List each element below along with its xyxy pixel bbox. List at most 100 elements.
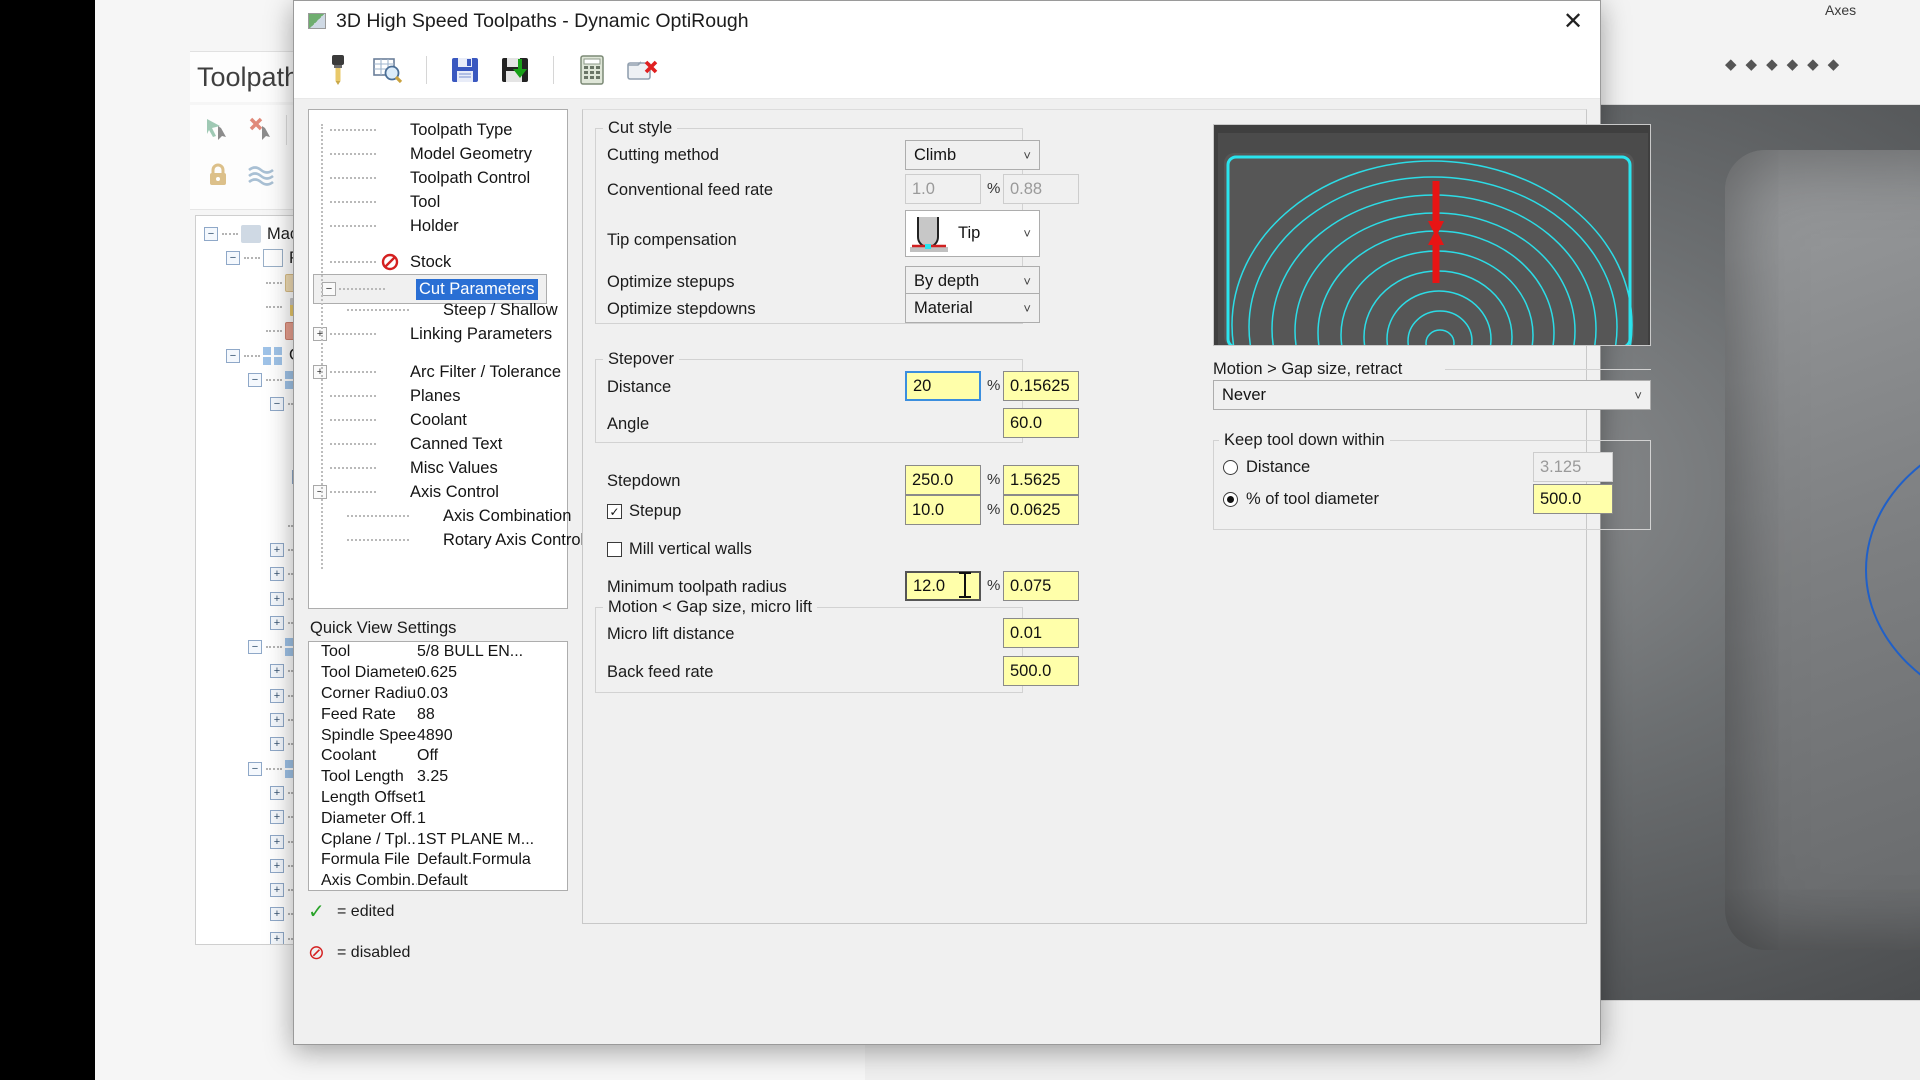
collapse-icon[interactable]: − [313,485,327,499]
expand-icon[interactable]: + [313,327,327,341]
expand-icon[interactable]: + [270,931,284,944]
nav-item-arc-filter-tolerance[interactable]: + Arc Filter / Tolerance [313,360,564,384]
optimize-stepups-select[interactable]: By depth ˅ [905,266,1040,296]
optimize-stepdowns-select[interactable]: Material ˅ [905,293,1040,323]
icon-placeholder [381,325,403,343]
nav-item-toolpath-type[interactable]: Toolpath Type [313,118,515,142]
nav-item-axis-combination[interactable]: Axis Combination [313,504,574,528]
calculator-icon[interactable] [572,50,612,90]
expand-icon[interactable]: + [270,883,284,898]
delete-entry-icon[interactable] [622,50,662,90]
stepover-angle-input[interactable]: 60.0 [1003,408,1079,438]
cutting-method-select[interactable]: Climb ˅ [905,140,1040,170]
nav-item-canned-text[interactable]: Canned Text [313,432,505,456]
nav-item-label: Linking Parameters [410,324,553,343]
disabled-icon [381,253,403,271]
expand-icon[interactable]: + [270,688,284,703]
expand-icon[interactable]: + [270,907,284,922]
icon-placeholder [381,411,403,429]
optimize-stepdowns-label: Optimize stepdowns [607,300,756,318]
nav-item-label: Toolpath Control [410,168,531,187]
toggle-posting-icon[interactable] [242,155,282,195]
minimum-toolpath-radius-value-input[interactable]: 0.075 [1003,571,1079,601]
nav-item-coolant[interactable]: Coolant [313,408,470,432]
expand-icon[interactable]: + [270,542,284,557]
mill-vertical-walls-checkbox[interactable]: Mill vertical walls [607,540,752,559]
checkbox-box: ✓ [607,504,622,519]
expand-icon[interactable]: + [270,858,284,873]
collapse-icon[interactable]: − [322,282,336,296]
stepup-percent-input[interactable]: 10.0 [905,495,981,525]
keep-tool-down-pct-radio[interactable]: % of tool diameter [1223,490,1379,509]
nav-item-model-geometry[interactable]: Model Geometry [313,142,535,166]
expand-icon[interactable]: + [270,737,284,752]
select-all-toolpaths-icon[interactable] [198,109,238,149]
save-defaults-icon[interactable] [445,50,485,90]
collapse-icon[interactable]: − [248,640,262,655]
back-feed-rate-input[interactable]: 500.0 [1003,656,1079,686]
tip-compensation-value: Tip [958,224,981,242]
icon-placeholder [414,507,436,525]
icon-placeholder [381,145,403,163]
lock-toolpath-icon[interactable] [198,155,238,195]
dialog-toolbar[interactable] [294,41,1600,99]
expand-icon[interactable]: + [270,615,284,630]
settings-nav-tree[interactable]: Toolpath Type Model Geometry Toolpath Cont… [308,109,584,609]
gap-retract-select[interactable]: Never ˅ [1213,380,1651,410]
expand-icon[interactable]: + [270,810,284,825]
quick-view-row: Coolant Off [309,746,567,767]
nav-item-tool[interactable]: Tool [313,190,443,214]
tip-compensation-select[interactable]: Tip ˅ [905,210,1040,257]
collapse-icon[interactable]: − [270,397,284,412]
keep-tool-down-distance-radio[interactable]: Distance [1223,458,1310,477]
close-icon[interactable]: ✕ [1546,1,1600,41]
expand-icon[interactable]: + [270,567,284,582]
expand-icon[interactable]: + [270,834,284,849]
tool-manager-icon[interactable] [318,50,358,90]
micro-lift-distance-input[interactable]: 0.01 [1003,618,1079,648]
keep-tool-down-distance-input[interactable]: 3.125 [1533,452,1613,482]
nav-item-linking-parameters[interactable]: + Linking Parameters [313,322,555,346]
expand-icon[interactable]: + [270,664,284,679]
nav-item-planes[interactable]: Planes [313,384,463,408]
expand-icon[interactable]: + [270,713,284,727]
expand-icon[interactable]: + [313,365,327,379]
collapse-icon[interactable]: − [204,227,218,241]
quick-view-value: 3.25 [417,768,449,786]
nav-item-label: Model Geometry [410,144,532,163]
collapse-icon[interactable]: − [226,251,240,266]
nav-item-steep-shallow[interactable]: Steep / Shallow [313,298,561,322]
back-feed-rate-label: Back feed rate [607,663,714,681]
collapse-icon[interactable]: − [248,372,262,387]
conventional-feed-rate-value-input[interactable]: 0.88 [1003,174,1079,204]
nav-item-axis-control[interactable]: − Axis Control [313,480,502,504]
stepover-distance-percent-value: 20 [913,376,932,395]
load-defaults-icon[interactable] [495,50,535,90]
stepover-distance-value-input[interactable]: 0.15625 [1003,371,1079,401]
tree-connector [347,515,409,517]
keep-tool-down-pct-input[interactable]: 500.0 [1533,484,1613,514]
collapse-icon[interactable]: − [248,761,262,776]
deselect-all-toolpaths-icon[interactable] [242,109,282,149]
nav-item-stock[interactable]: Stock [313,250,454,274]
stepover-distance-percent-input[interactable]: 20 [905,371,981,401]
stepup-checkbox[interactable]: ✓ Stepup [607,502,681,521]
viewport-icon-strip[interactable]: ◆◆◆◆◆◆ [1725,55,1848,73]
expand-icon[interactable]: + [270,591,284,606]
collapse-icon[interactable]: − [226,348,240,363]
expand-icon[interactable]: + [270,785,284,800]
nav-item-rotary-axis-control[interactable]: Rotary Axis Control [313,528,587,552]
nav-item-toolpath-control[interactable]: Toolpath Control [313,166,533,190]
conventional-feed-rate-percent-input[interactable]: 1.0 [905,174,981,204]
properties-icon [263,249,283,268]
optimize-stepups-label: Optimize stepups [607,273,735,291]
stepdown-value-input[interactable]: 1.5625 [1003,465,1079,495]
group-border [1383,440,1651,441]
nav-item-misc-values[interactable]: Misc Values [313,456,501,480]
toolpath-preview-icon[interactable] [368,50,408,90]
stepup-value-input[interactable]: 0.0625 [1003,495,1079,525]
stepdown-percent-input[interactable]: 250.0 [905,465,981,495]
quick-view-key: Formula File [321,851,410,869]
nav-item-holder[interactable]: Holder [313,214,462,238]
gap-retract-group-label: Motion > Gap size, retract [1213,360,1403,378]
